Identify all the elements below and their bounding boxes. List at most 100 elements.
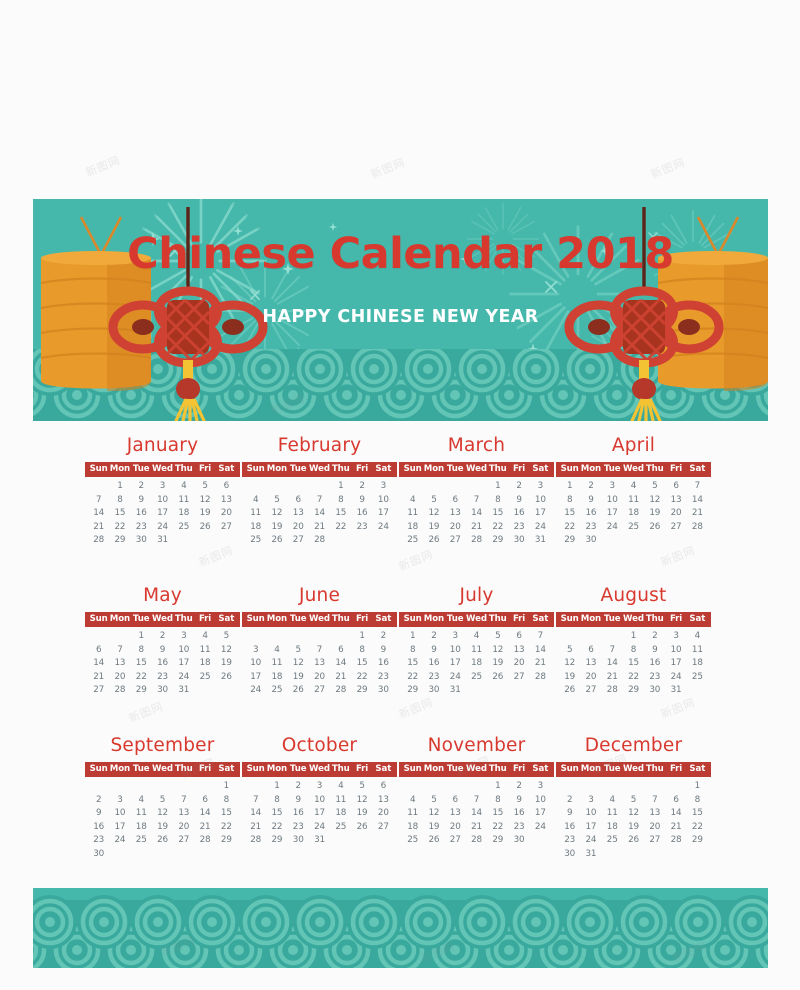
day-cell[interactable]: 1	[266, 780, 287, 794]
day-cell[interactable]: 28	[309, 534, 330, 548]
day-cell[interactable]: 1	[487, 480, 508, 494]
day-cell[interactable]: 25	[402, 834, 423, 848]
day-cell[interactable]: 16	[508, 807, 529, 821]
day-cell[interactable]: 23	[351, 521, 372, 535]
day-cell[interactable]: 23	[423, 671, 444, 685]
day-cell[interactable]: 18	[173, 507, 194, 521]
day-cell[interactable]: 26	[423, 534, 444, 548]
day-cell[interactable]: 22	[687, 821, 708, 835]
day-cell[interactable]: 24	[245, 684, 266, 698]
day-cell[interactable]: 24	[173, 671, 194, 685]
day-cell[interactable]: 18	[194, 657, 215, 671]
day-cell[interactable]: 26	[216, 671, 237, 685]
day-cell[interactable]: 9	[644, 644, 665, 658]
day-cell[interactable]: 3	[602, 480, 623, 494]
day-cell[interactable]: 12	[644, 494, 665, 508]
day-cell[interactable]: 5	[423, 494, 444, 508]
day-cell[interactable]: 3	[152, 480, 173, 494]
day-cell[interactable]: 14	[194, 807, 215, 821]
day-cell[interactable]: 12	[351, 794, 372, 808]
day-cell[interactable]: 25	[466, 671, 487, 685]
day-cell[interactable]: 26	[423, 834, 444, 848]
day-cell[interactable]: 3	[109, 794, 130, 808]
day-cell[interactable]: 19	[194, 507, 215, 521]
day-cell[interactable]: 20	[644, 821, 665, 835]
day-cell[interactable]: 6	[665, 480, 686, 494]
day-cell[interactable]: 11	[687, 644, 708, 658]
day-cell[interactable]: 4	[602, 794, 623, 808]
day-cell[interactable]: 12	[559, 657, 580, 671]
day-cell[interactable]: 9	[88, 807, 109, 821]
month-block-july[interactable]: July Sun Mon Tue Wed Thu Fri Sat 1 2 3 4 5 6 7 8 9 10 11 12…	[399, 585, 554, 698]
day-cell[interactable]: 2	[508, 780, 529, 794]
day-cell[interactable]: 14	[309, 507, 330, 521]
day-cell[interactable]: 16	[508, 507, 529, 521]
day-cell[interactable]: 12	[423, 807, 444, 821]
day-cell[interactable]: 1	[487, 780, 508, 794]
month-block-september[interactable]: September Sun Mon Tue Wed Thu Fri Sat 1 2 3 4 5 7 6 8 9 1…	[85, 735, 240, 861]
day-cell[interactable]: 29	[131, 684, 152, 698]
day-cell[interactable]: 22	[216, 821, 237, 835]
day-cell[interactable]: 7	[602, 644, 623, 658]
day-cell[interactable]: 25	[266, 684, 287, 698]
day-cell[interactable]: 23	[559, 834, 580, 848]
day-cell[interactable]: 10	[530, 794, 551, 808]
day-cell[interactable]: 21	[309, 521, 330, 535]
day-cell[interactable]: 6	[508, 630, 529, 644]
day-cell[interactable]: 16	[373, 657, 394, 671]
day-cell[interactable]: 29	[623, 684, 644, 698]
day-cell[interactable]: 2	[288, 780, 309, 794]
day-cell[interactable]: 19	[351, 807, 372, 821]
day-cell[interactable]: 19	[487, 657, 508, 671]
day-cell[interactable]: 29	[402, 684, 423, 698]
day-cell[interactable]: 17	[665, 657, 686, 671]
day-cell[interactable]: 5	[623, 794, 644, 808]
month-block-december[interactable]: December Sun Mon Tue Wed Thu Fri Sat 1 2 3 4 5 7 6 8 9 10…	[556, 735, 711, 861]
day-cell[interactable]: 28	[466, 534, 487, 548]
day-cell[interactable]: 30	[288, 834, 309, 848]
day-cell[interactable]: 25	[245, 534, 266, 548]
day-cell[interactable]: 17	[245, 671, 266, 685]
day-cell[interactable]: 17	[602, 507, 623, 521]
day-cell[interactable]: 10	[580, 807, 601, 821]
day-cell[interactable]: 17	[580, 821, 601, 835]
day-cell[interactable]: 22	[266, 821, 287, 835]
day-cell[interactable]: 5	[559, 644, 580, 658]
day-cell[interactable]: 14	[466, 507, 487, 521]
day-cell[interactable]: 21	[330, 671, 351, 685]
day-cell[interactable]: 14	[466, 807, 487, 821]
day-cell[interactable]: 3	[309, 780, 330, 794]
day-cell[interactable]: 13	[109, 657, 130, 671]
day-cell[interactable]: 30	[508, 834, 529, 848]
day-cell[interactable]: 7	[245, 794, 266, 808]
day-cell[interactable]: 23	[288, 821, 309, 835]
day-cell[interactable]: 2	[644, 630, 665, 644]
day-cell[interactable]: 11	[131, 807, 152, 821]
day-cell[interactable]: 17	[173, 657, 194, 671]
month-block-june[interactable]: June Sun Mon Tue Wed Thu Fri Sat 1 2 3 4 5 7 6 8 9 10 11 12…	[242, 585, 397, 698]
day-cell[interactable]: 21	[602, 671, 623, 685]
month-block-april[interactable]: April Sun Mon Tue Wed Thu Fri Sat 1 2 3 4 5 6 7 8 9 10 11 1…	[556, 435, 711, 548]
day-cell[interactable]: 15	[266, 807, 287, 821]
day-cell[interactable]: 20	[445, 821, 466, 835]
day-cell[interactable]: 12	[266, 507, 287, 521]
day-cell[interactable]: 8	[351, 644, 372, 658]
day-cell[interactable]: 11	[245, 507, 266, 521]
day-cell[interactable]: 18	[245, 521, 266, 535]
day-cell[interactable]: 21	[88, 521, 109, 535]
day-cell[interactable]: 1	[109, 480, 130, 494]
day-cell[interactable]: 20	[173, 821, 194, 835]
day-cell[interactable]: 5	[423, 794, 444, 808]
day-cell[interactable]: 30	[508, 534, 529, 548]
day-cell[interactable]: 3	[580, 794, 601, 808]
day-cell[interactable]: 27	[309, 684, 330, 698]
day-cell[interactable]: 6	[445, 794, 466, 808]
day-cell[interactable]: 22	[131, 671, 152, 685]
day-cell[interactable]: 20	[288, 521, 309, 535]
day-cell[interactable]: 24	[580, 834, 601, 848]
day-cell[interactable]: 18	[402, 521, 423, 535]
day-cell[interactable]: 11	[466, 644, 487, 658]
day-cell[interactable]: 2	[508, 480, 529, 494]
day-cell[interactable]: 11	[194, 644, 215, 658]
day-cell[interactable]: 18	[602, 821, 623, 835]
